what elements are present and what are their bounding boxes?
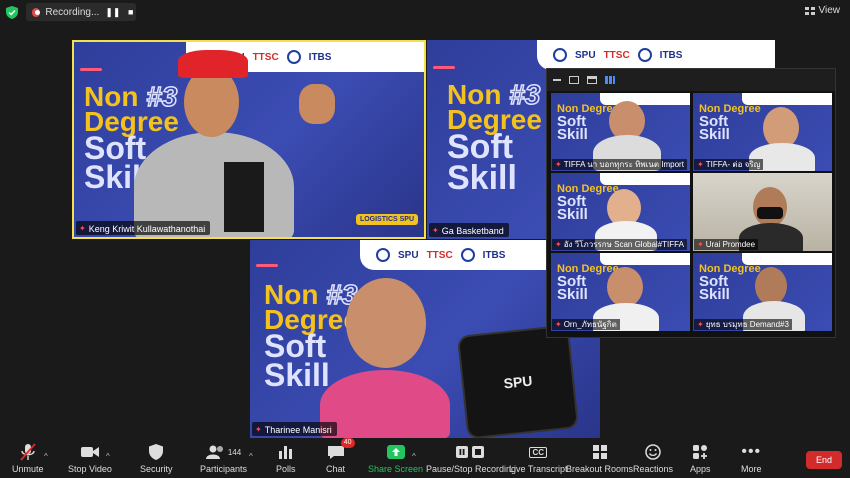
- minimize-icon[interactable]: [553, 79, 561, 81]
- speaker-view-icon[interactable]: [569, 76, 579, 84]
- live-transcript-label: Live Transcript: [509, 464, 568, 474]
- share-screen-caret-icon[interactable]: ^: [412, 452, 416, 461]
- participant-name-tag: ✦ Keng Kriwit Kullawathanothai: [76, 221, 211, 235]
- gallery-tile[interactable]: Non Degree Soft Skill ✦ ยุทธ บรมุทธ Demand#…: [693, 253, 832, 331]
- pause-recording-label: Pause/Stop Recording: [426, 464, 517, 474]
- polls-label: Polls: [276, 464, 296, 474]
- pause-stop-recording-button[interactable]: Pause/Stop Recording: [426, 442, 516, 474]
- unmute-button[interactable]: Unmute: [12, 442, 44, 474]
- breakout-rooms-grid-icon: [592, 445, 607, 459]
- apps-icon: [693, 445, 708, 459]
- participant-name-tag: ✦ Orn_ภัทธนัฐกิต: [552, 319, 620, 330]
- more-dots-icon: •••: [741, 443, 762, 460]
- gallery-tile[interactable]: Non Degree Soft Skill ✦ อัง วีโภวรรกษ Scan …: [551, 173, 690, 251]
- view-grid-icon: [804, 6, 815, 15]
- view-label: View: [818, 5, 841, 16]
- recording-indicator: Recording... ❚❚ ■: [26, 3, 136, 21]
- apps-button[interactable]: Apps: [690, 442, 711, 474]
- participant-name: Keng Kriwit Kullawathanothai: [88, 223, 206, 234]
- apps-label: Apps: [690, 464, 711, 474]
- security-shield-icon[interactable]: [6, 6, 18, 19]
- red-hat: [178, 50, 248, 78]
- pin-icon: ✦: [432, 226, 439, 235]
- stop-recording-icon[interactable]: ■: [125, 7, 136, 17]
- spu-box: SPU: [459, 326, 577, 438]
- chat-unread-badge: 40: [340, 438, 355, 448]
- polls-bar-icon: [278, 446, 292, 459]
- reactions-button[interactable]: Reactions: [633, 442, 673, 474]
- gallery-tile[interactable]: ✦ Urai Promdee: [693, 173, 832, 251]
- participant-name-tag: ✦ ยุทธ บรมุทธ Demand#3: [694, 319, 792, 330]
- meeting-toolbar: Unmute ^ Stop Video ^ Security 144 Parti…: [0, 438, 850, 478]
- logo-ttsc: TTSC: [252, 51, 279, 63]
- pause-recording-icon[interactable]: ❚❚: [105, 7, 120, 18]
- participant-name-tag: ✦ Urai Promdee: [694, 239, 759, 250]
- reactions-label: Reactions: [633, 464, 674, 474]
- pause-stop-recording-icon: [456, 446, 485, 458]
- gallery-view-panel[interactable]: Non Degree Soft Skill ✦ TIFFA นา บอกทุกระ ท…: [546, 68, 836, 338]
- banner-title: Non #3 Degree Soft Skill: [447, 79, 542, 197]
- video-tile-active-speaker[interactable]: SPU TTSC ITBS Non #3 Degree Soft Skill L…: [72, 40, 426, 239]
- participant-name-tag: ✦ TIFFA- ต่อ จริญ: [694, 159, 764, 170]
- logistics-badge: LOGISTICS SPU: [355, 214, 418, 225]
- share-screen-label: Share Screen: [368, 464, 424, 474]
- chat-button[interactable]: 40 Chat: [326, 438, 355, 474]
- microphone-muted-icon: [20, 443, 36, 461]
- security-label: Security: [140, 464, 173, 474]
- participant-name-tag: ✦ TIFFA นา บอกทุกระ ทิพเนต Import: [552, 159, 687, 170]
- more-button[interactable]: ••• More: [741, 442, 762, 474]
- participant-name: Ga Basketband: [441, 225, 504, 236]
- logo-itbs: ITBS: [308, 51, 332, 63]
- live-transcript-button[interactable]: CC Live Transcript: [509, 442, 568, 474]
- participants-caret-icon[interactable]: ^: [249, 452, 253, 461]
- polls-button[interactable]: Polls: [276, 442, 296, 474]
- recording-dot-icon: [32, 7, 41, 17]
- breakout-rooms-label: Breakout Rooms: [566, 464, 634, 474]
- video-camera-icon: [80, 447, 99, 457]
- sponsor-logos: SPU TTSC ITBS: [537, 40, 775, 70]
- gallery-tile[interactable]: Non Degree Soft Skill ✦ TIFFA- ต่อ จริญ: [693, 93, 832, 171]
- chat-label: Chat: [326, 464, 346, 474]
- participants-label: Participants: [200, 464, 248, 474]
- gallery-tile[interactable]: Non Degree Soft Skill ✦ Orn_ภัทธนัฐกิต: [551, 253, 690, 331]
- participant-name-tag: ✦ Tharinee Manisri: [252, 422, 337, 436]
- more-label: More: [741, 464, 762, 474]
- security-shield-icon: [149, 444, 164, 460]
- gallery-tile[interactable]: Non Degree Soft Skill ✦ TIFFA นา บอกทุกระ ท…: [551, 93, 690, 171]
- participant-name: Tharinee Manisri: [264, 424, 332, 435]
- participants-button[interactable]: 144 Participants: [200, 442, 247, 474]
- gallery-header: [547, 69, 835, 91]
- participant-name-tag: ✦ อัง วีโภวรรกษ Scan Global#TIFFA: [552, 239, 687, 250]
- pin-icon: ✦: [255, 425, 262, 434]
- security-button[interactable]: Security: [140, 442, 173, 474]
- breakout-rooms-button[interactable]: Breakout Rooms: [566, 442, 633, 474]
- stop-video-label: Stop Video: [68, 464, 112, 474]
- closed-caption-icon: CC: [529, 446, 548, 458]
- participants-icon: [205, 445, 223, 459]
- end-meeting-button[interactable]: End: [806, 451, 842, 469]
- recording-label: Recording...: [45, 6, 100, 18]
- video-options-caret-icon[interactable]: ^: [106, 452, 110, 461]
- unmute-label: Unmute: [12, 464, 44, 474]
- meeting-topbar: Recording... ❚❚ ■ View: [0, 0, 850, 24]
- thumbnail-view-icon[interactable]: [587, 76, 597, 84]
- gallery-grid-icon[interactable]: [605, 76, 615, 84]
- banner-title: Non #3 Degree Soft Skill: [264, 279, 359, 394]
- view-button[interactable]: View: [804, 5, 841, 16]
- audio-options-caret-icon[interactable]: ^: [44, 452, 48, 461]
- participants-count: 144: [227, 447, 242, 457]
- participant-name-tag: ✦ Ga Basketband: [429, 223, 509, 237]
- pin-icon: ✦: [79, 224, 86, 233]
- reactions-smiley-icon: [645, 444, 661, 460]
- share-screen-arrow-icon: [386, 445, 405, 459]
